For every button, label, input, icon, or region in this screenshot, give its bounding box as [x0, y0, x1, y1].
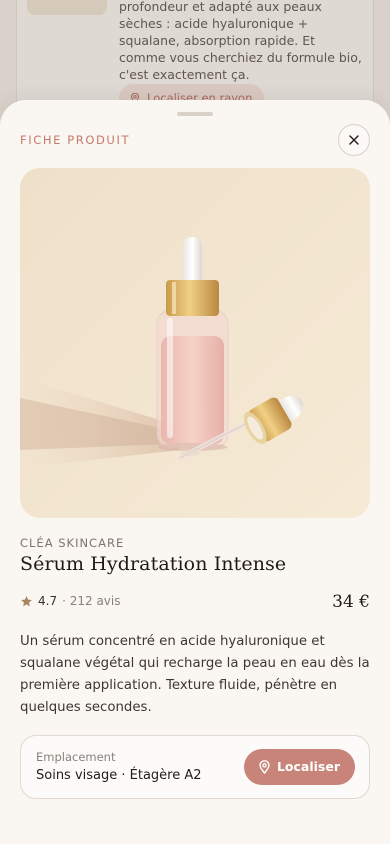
review-count: · 212 avis: [62, 594, 121, 608]
location-label: Emplacement: [36, 750, 116, 764]
star-icon: [21, 595, 32, 606]
location-value: Soins visage · Étagère A2: [36, 768, 202, 783]
product-sheet: FICHE PRODUIT CLÉA SKINCARE Sérum Hydrat…: [0, 100, 390, 844]
product-price: 34 €: [332, 592, 370, 612]
product-name: Sérum Hydratation Intense: [20, 553, 287, 575]
location-card: Emplacement Soins visage · Étagère A2 Lo…: [20, 735, 370, 799]
close-button[interactable]: [338, 124, 370, 156]
product-rating: 4.7 · 212 avis: [20, 594, 120, 608]
rating-value: 4.7: [38, 594, 58, 608]
localiser-button[interactable]: Localiser: [243, 749, 355, 785]
localiser-button-label: Localiser: [276, 759, 340, 774]
product-image: [20, 168, 370, 518]
sheet-title: FICHE PRODUIT: [20, 133, 131, 147]
sheet-drag-handle[interactable]: [177, 112, 213, 116]
product-brand: CLÉA SKINCARE: [20, 536, 125, 550]
location-pin-icon: [259, 760, 270, 774]
product-description: Un sérum concentré en acide hyaluronique…: [20, 634, 370, 715]
close-icon: [349, 135, 359, 145]
